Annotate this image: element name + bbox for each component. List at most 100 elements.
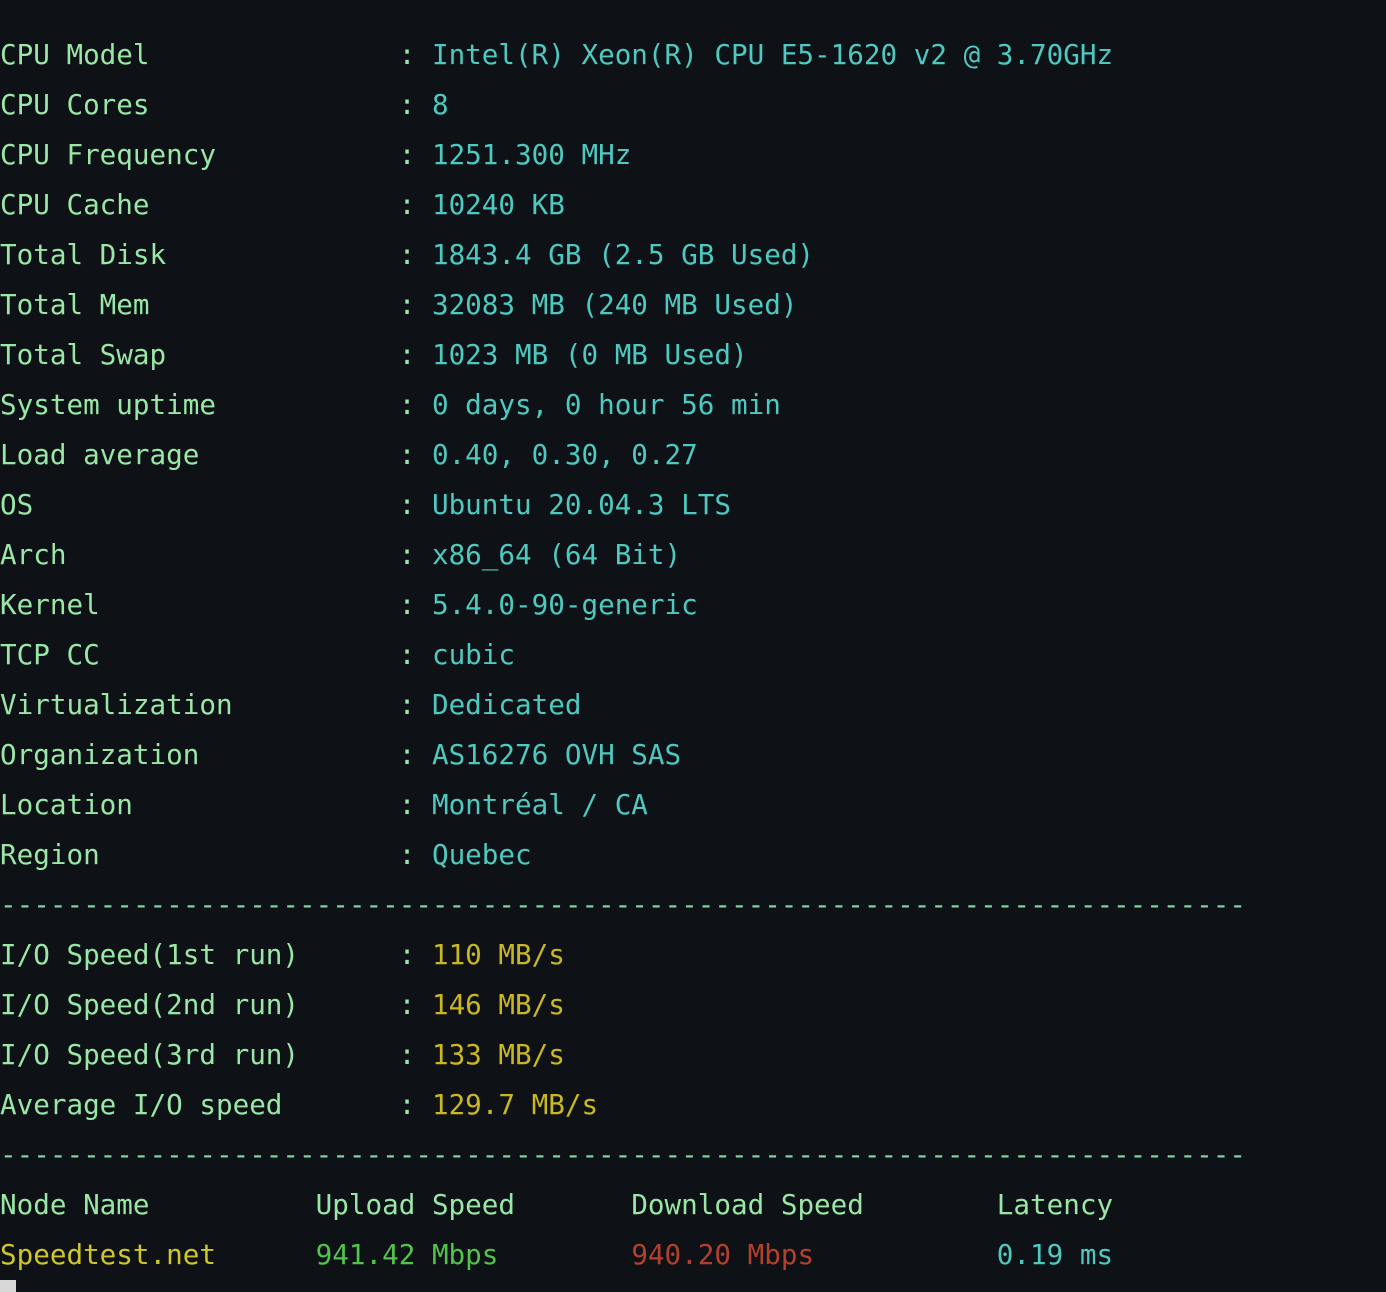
row-label: I/O Speed(3rd run) bbox=[0, 1038, 399, 1071]
row-value: 32083 MB (240 MB Used) bbox=[431, 288, 798, 321]
row-colon: : bbox=[398, 88, 432, 121]
row-value: 5.4.0-90-generic bbox=[431, 588, 698, 621]
row-label: CPU Frequency bbox=[0, 138, 399, 171]
separator-line: ----------------------------------------… bbox=[0, 1138, 1246, 1171]
row-label: CPU Cores bbox=[0, 88, 399, 121]
row-value: 133 MB/s bbox=[431, 1038, 565, 1071]
row-value: 146 MB/s bbox=[431, 988, 565, 1021]
row-value: 1023 MB (0 MB Used) bbox=[431, 338, 748, 371]
separator-line: ----------------------------------------… bbox=[0, 0, 1246, 12]
system-info-row: Total Disk : 1843.4 GB (2.5 GB Used) bbox=[0, 230, 1386, 280]
header-download-speed: Download Speed bbox=[631, 1188, 997, 1221]
system-info-row: Total Mem : 32083 MB (240 MB Used) bbox=[0, 280, 1386, 330]
row-colon: : bbox=[398, 1038, 432, 1071]
system-info-row: Kernel : 5.4.0-90-generic bbox=[0, 580, 1386, 630]
terminal-window: ----------------------------------------… bbox=[0, 0, 1386, 1292]
row-colon: : bbox=[398, 988, 432, 1021]
cell-latency: 0.19 ms bbox=[996, 1238, 1114, 1271]
system-info-row: Arch : x86_64 (64 Bit) bbox=[0, 530, 1386, 580]
separator-line: ----------------------------------------… bbox=[0, 888, 1246, 921]
system-info-row: CPU Model : Intel(R) Xeon(R) CPU E5-1620… bbox=[0, 30, 1386, 80]
system-info-row: CPU Cache : 10240 KB bbox=[0, 180, 1386, 230]
row-value: 0 days, 0 hour 56 min bbox=[431, 388, 781, 421]
row-colon: : bbox=[398, 838, 432, 871]
row-value: 110 MB/s bbox=[431, 938, 565, 971]
system-info-row: CPU Frequency : 1251.300 MHz bbox=[0, 130, 1386, 180]
cell-upload-speed: 941.42 Mbps bbox=[315, 1238, 632, 1271]
row-colon: : bbox=[398, 488, 432, 521]
cell-download-speed: 940.20 Mbps bbox=[631, 1238, 997, 1271]
speedtest-header-row: Node Name Upload Speed Download Speed La… bbox=[0, 1180, 1386, 1230]
row-colon: : bbox=[398, 138, 432, 171]
row-label: Load average bbox=[0, 438, 399, 471]
row-colon: : bbox=[398, 938, 432, 971]
row-label: OS bbox=[0, 488, 399, 521]
row-value: 1251.300 MHz bbox=[431, 138, 632, 171]
system-info-row: OS : Ubuntu 20.04.3 LTS bbox=[0, 480, 1386, 530]
terminal-output: CPU Model : Intel(R) Xeon(R) CPU E5-1620… bbox=[0, 30, 1386, 1280]
row-colon: : bbox=[398, 788, 432, 821]
row-value: Quebec bbox=[431, 838, 532, 871]
row-value: cubic bbox=[431, 638, 516, 671]
row-colon: : bbox=[398, 738, 432, 771]
cell-node-name: Speedtest.net bbox=[0, 1238, 316, 1271]
row-label: System uptime bbox=[0, 388, 399, 421]
row-colon: : bbox=[398, 188, 432, 221]
row-label: Region bbox=[0, 838, 399, 871]
system-info-row: CPU Cores : 8 bbox=[0, 80, 1386, 130]
row-colon: : bbox=[398, 588, 432, 621]
row-colon: : bbox=[398, 238, 432, 271]
row-colon: : bbox=[398, 538, 432, 571]
speedtest-row: Speedtest.net 941.42 Mbps 940.20 Mbps 0.… bbox=[0, 1230, 1386, 1280]
row-colon: : bbox=[398, 38, 432, 71]
system-info-row: Load average : 0.40, 0.30, 0.27 bbox=[0, 430, 1386, 480]
row-label: CPU Cache bbox=[0, 188, 399, 221]
separator-top-clipped: ----------------------------------------… bbox=[0, 0, 1246, 12]
io-speed-block: I/O Speed(1st run) : 110 MB/s I/O Speed(2… bbox=[0, 930, 1386, 1130]
system-info-row: Region : Quebec bbox=[0, 830, 1386, 880]
row-colon: : bbox=[398, 388, 432, 421]
header-latency: Latency bbox=[996, 1188, 1114, 1221]
row-label: Kernel bbox=[0, 588, 399, 621]
system-info-block: CPU Model : Intel(R) Xeon(R) CPU E5-1620… bbox=[0, 30, 1386, 880]
row-colon: : bbox=[398, 438, 432, 471]
row-label: I/O Speed(2nd run) bbox=[0, 988, 399, 1021]
row-colon: : bbox=[398, 638, 432, 671]
row-label: Location bbox=[0, 788, 399, 821]
row-label: Average I/O speed bbox=[0, 1088, 399, 1121]
row-label: TCP CC bbox=[0, 638, 399, 671]
row-label: I/O Speed(1st run) bbox=[0, 938, 399, 971]
io-speed-row: I/O Speed(1st run) : 110 MB/s bbox=[0, 930, 1386, 980]
row-label: Organization bbox=[0, 738, 399, 771]
header-upload-speed: Upload Speed bbox=[315, 1188, 632, 1221]
row-label: Virtualization bbox=[0, 688, 399, 721]
row-value: 1843.4 GB (2.5 GB Used) bbox=[431, 238, 815, 271]
header-node-name: Node Name bbox=[0, 1188, 316, 1221]
row-value: 0.40, 0.30, 0.27 bbox=[431, 438, 698, 471]
row-value: Intel(R) Xeon(R) CPU E5-1620 v2 @ 3.70GH… bbox=[431, 38, 1114, 71]
system-info-row: TCP CC : cubic bbox=[0, 630, 1386, 680]
row-colon: : bbox=[398, 338, 432, 371]
io-speed-row: Average I/O speed : 129.7 MB/s bbox=[0, 1080, 1386, 1130]
row-colon: : bbox=[398, 688, 432, 721]
system-info-row: Organization : AS16276 OVH SAS bbox=[0, 730, 1386, 780]
speedtest-block: Node Name Upload Speed Download Speed La… bbox=[0, 1180, 1386, 1280]
system-info-row: System uptime : 0 days, 0 hour 56 min bbox=[0, 380, 1386, 430]
system-info-row: Virtualization : Dedicated bbox=[0, 680, 1386, 730]
row-value: Montréal / CA bbox=[431, 788, 648, 821]
row-value: 129.7 MB/s bbox=[431, 1088, 599, 1121]
row-label: Total Disk bbox=[0, 238, 399, 271]
row-colon: : bbox=[398, 1088, 432, 1121]
row-value: Dedicated bbox=[431, 688, 582, 721]
io-speed-row: I/O Speed(3rd run) : 133 MB/s bbox=[0, 1030, 1386, 1080]
io-speed-row: I/O Speed(2nd run) : 146 MB/s bbox=[0, 980, 1386, 1030]
row-label: CPU Model bbox=[0, 38, 399, 71]
row-colon: : bbox=[398, 288, 432, 321]
row-label: Arch bbox=[0, 538, 399, 571]
row-value: 10240 KB bbox=[431, 188, 565, 221]
row-label: Total Mem bbox=[0, 288, 399, 321]
system-info-row: Total Swap : 1023 MB (0 MB Used) bbox=[0, 330, 1386, 380]
row-value: 8 bbox=[431, 88, 449, 121]
terminal-cursor bbox=[0, 1280, 16, 1292]
row-label: Total Swap bbox=[0, 338, 399, 371]
